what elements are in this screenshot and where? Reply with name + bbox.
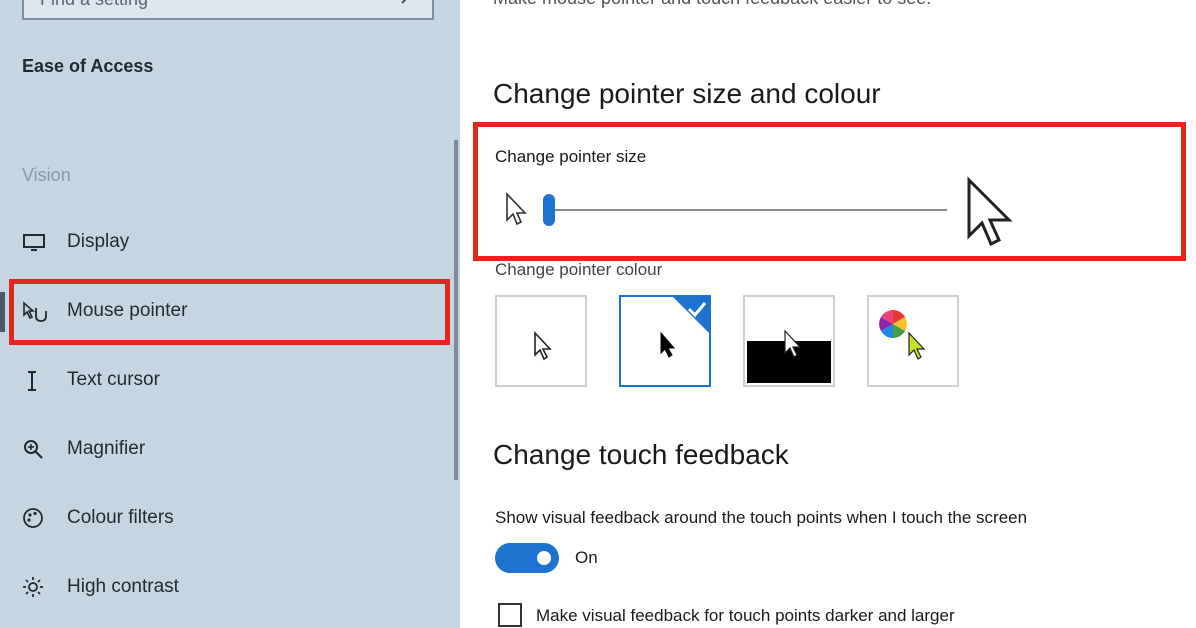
sidebar-item-label: Display [67, 231, 130, 252]
colour-wheel-icon [879, 310, 907, 338]
pointer-section-title: Change pointer size and colour [493, 78, 881, 109]
sidebar: Find a setting Ease of Access Vision Dis… [0, 0, 460, 628]
sidebar-item-label: Magnifier [67, 438, 146, 459]
mouse-pointer-highlight-box [9, 279, 450, 345]
sidebar-item-label: High contrast [67, 576, 179, 597]
sidebar-item-colour-filters[interactable]: Colour filters [0, 493, 460, 545]
sidebar-item-label: Text cursor [67, 369, 160, 390]
sidebar-item-label: Colour filters [67, 507, 174, 528]
pointer-colour-black-option[interactable] [619, 295, 711, 387]
sidebar-item-magnifier[interactable]: Magnifier [0, 424, 460, 476]
search-input[interactable]: Find a setting [22, 0, 434, 20]
touch-feedback-label: Show visual feedback around the touch po… [495, 508, 1028, 527]
darker-feedback-label: Make visual feedback for touch points da… [536, 606, 955, 625]
text-cursor-icon [22, 369, 48, 393]
pointer-colour-custom-option[interactable] [867, 295, 959, 387]
pointer-size-highlight-box [473, 122, 1186, 261]
colour-filters-icon [22, 507, 48, 531]
vision-section-label: Vision [22, 165, 71, 185]
touch-feedback-state: On [575, 548, 598, 567]
touch-section-title: Change touch feedback [493, 439, 789, 470]
page-description: Make mouse pointer and touch feedback ea… [493, 0, 931, 9]
sidebar-item-display[interactable]: Display [0, 217, 460, 269]
sidebar-item-high-contrast[interactable]: High contrast [0, 562, 460, 614]
sidebar-item-text-cursor[interactable]: Text cursor [0, 355, 460, 407]
touch-feedback-toggle[interactable] [495, 543, 559, 573]
search-icon[interactable] [400, 0, 422, 11]
search-placeholder: Find a setting [40, 0, 148, 10]
display-icon [22, 231, 48, 255]
ease-of-access-heading: Ease of Access [22, 56, 154, 76]
toggle-knob [537, 551, 551, 565]
pointer-colour-label: Change pointer colour [495, 260, 663, 279]
high-contrast-icon [22, 576, 48, 600]
main-content: Make mouse pointer and touch feedback ea… [460, 0, 1196, 628]
pointer-colour-white-option[interactable] [495, 295, 587, 387]
pointer-colour-inverted-option[interactable] [743, 295, 835, 387]
sidebar-scrollbar[interactable] [454, 140, 458, 480]
darker-feedback-checkbox[interactable] [498, 603, 522, 627]
magnifier-icon [22, 438, 48, 462]
